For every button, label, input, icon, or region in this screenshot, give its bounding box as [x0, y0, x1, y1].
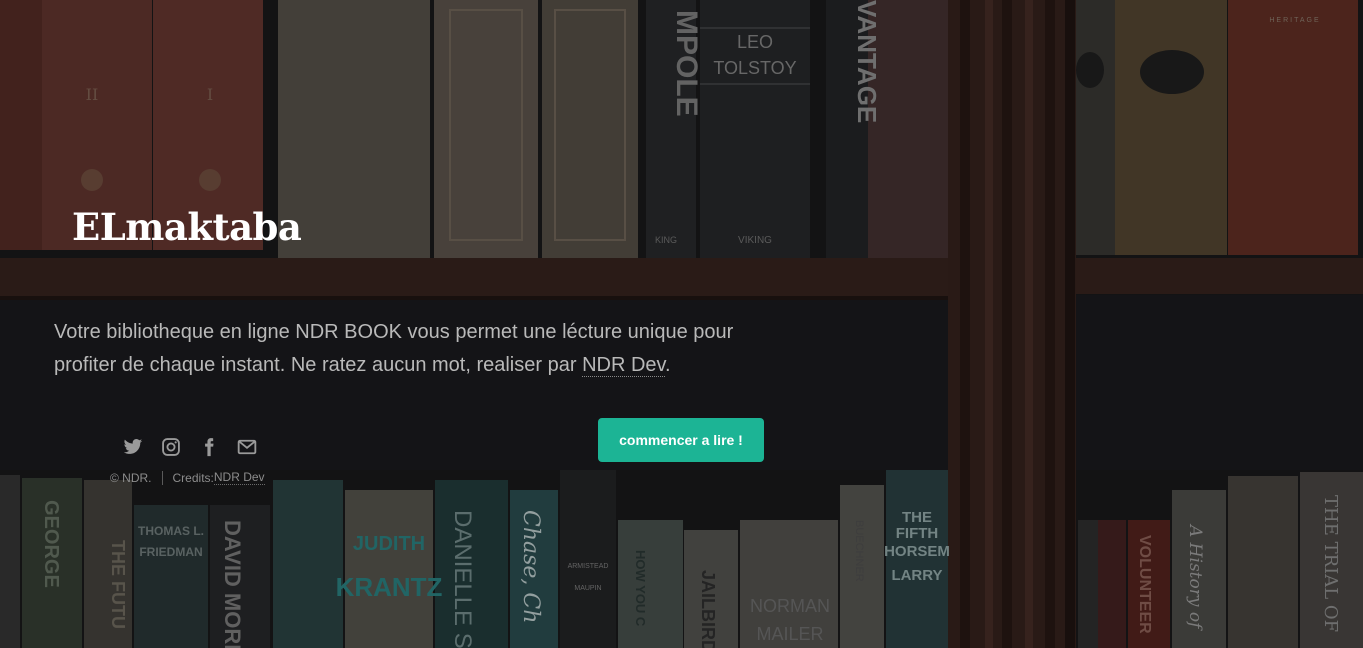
intro-paragraph: Votre bibliotheque en ligne NDR BOOK vou…	[54, 316, 794, 382]
footer: © NDR. Credits: NDR Dev	[110, 470, 265, 485]
instagram-icon[interactable]	[161, 437, 181, 457]
credits-prefix: Credits:	[172, 470, 214, 485]
start-reading-button[interactable]: commencer a lire !	[598, 418, 764, 462]
copyright: © NDR.	[110, 470, 152, 485]
social-links	[123, 437, 257, 457]
twitter-icon[interactable]	[123, 437, 143, 457]
brand-title: ELmaktaba	[72, 205, 302, 249]
footer-divider	[161, 470, 163, 485]
credits-link[interactable]: NDR Dev	[213, 470, 265, 485]
email-icon[interactable]	[237, 437, 257, 457]
intro-suffix: .	[665, 354, 671, 376]
facebook-icon[interactable]	[199, 437, 219, 457]
intro-link-ndr-dev[interactable]: NDR Dev	[582, 354, 666, 377]
